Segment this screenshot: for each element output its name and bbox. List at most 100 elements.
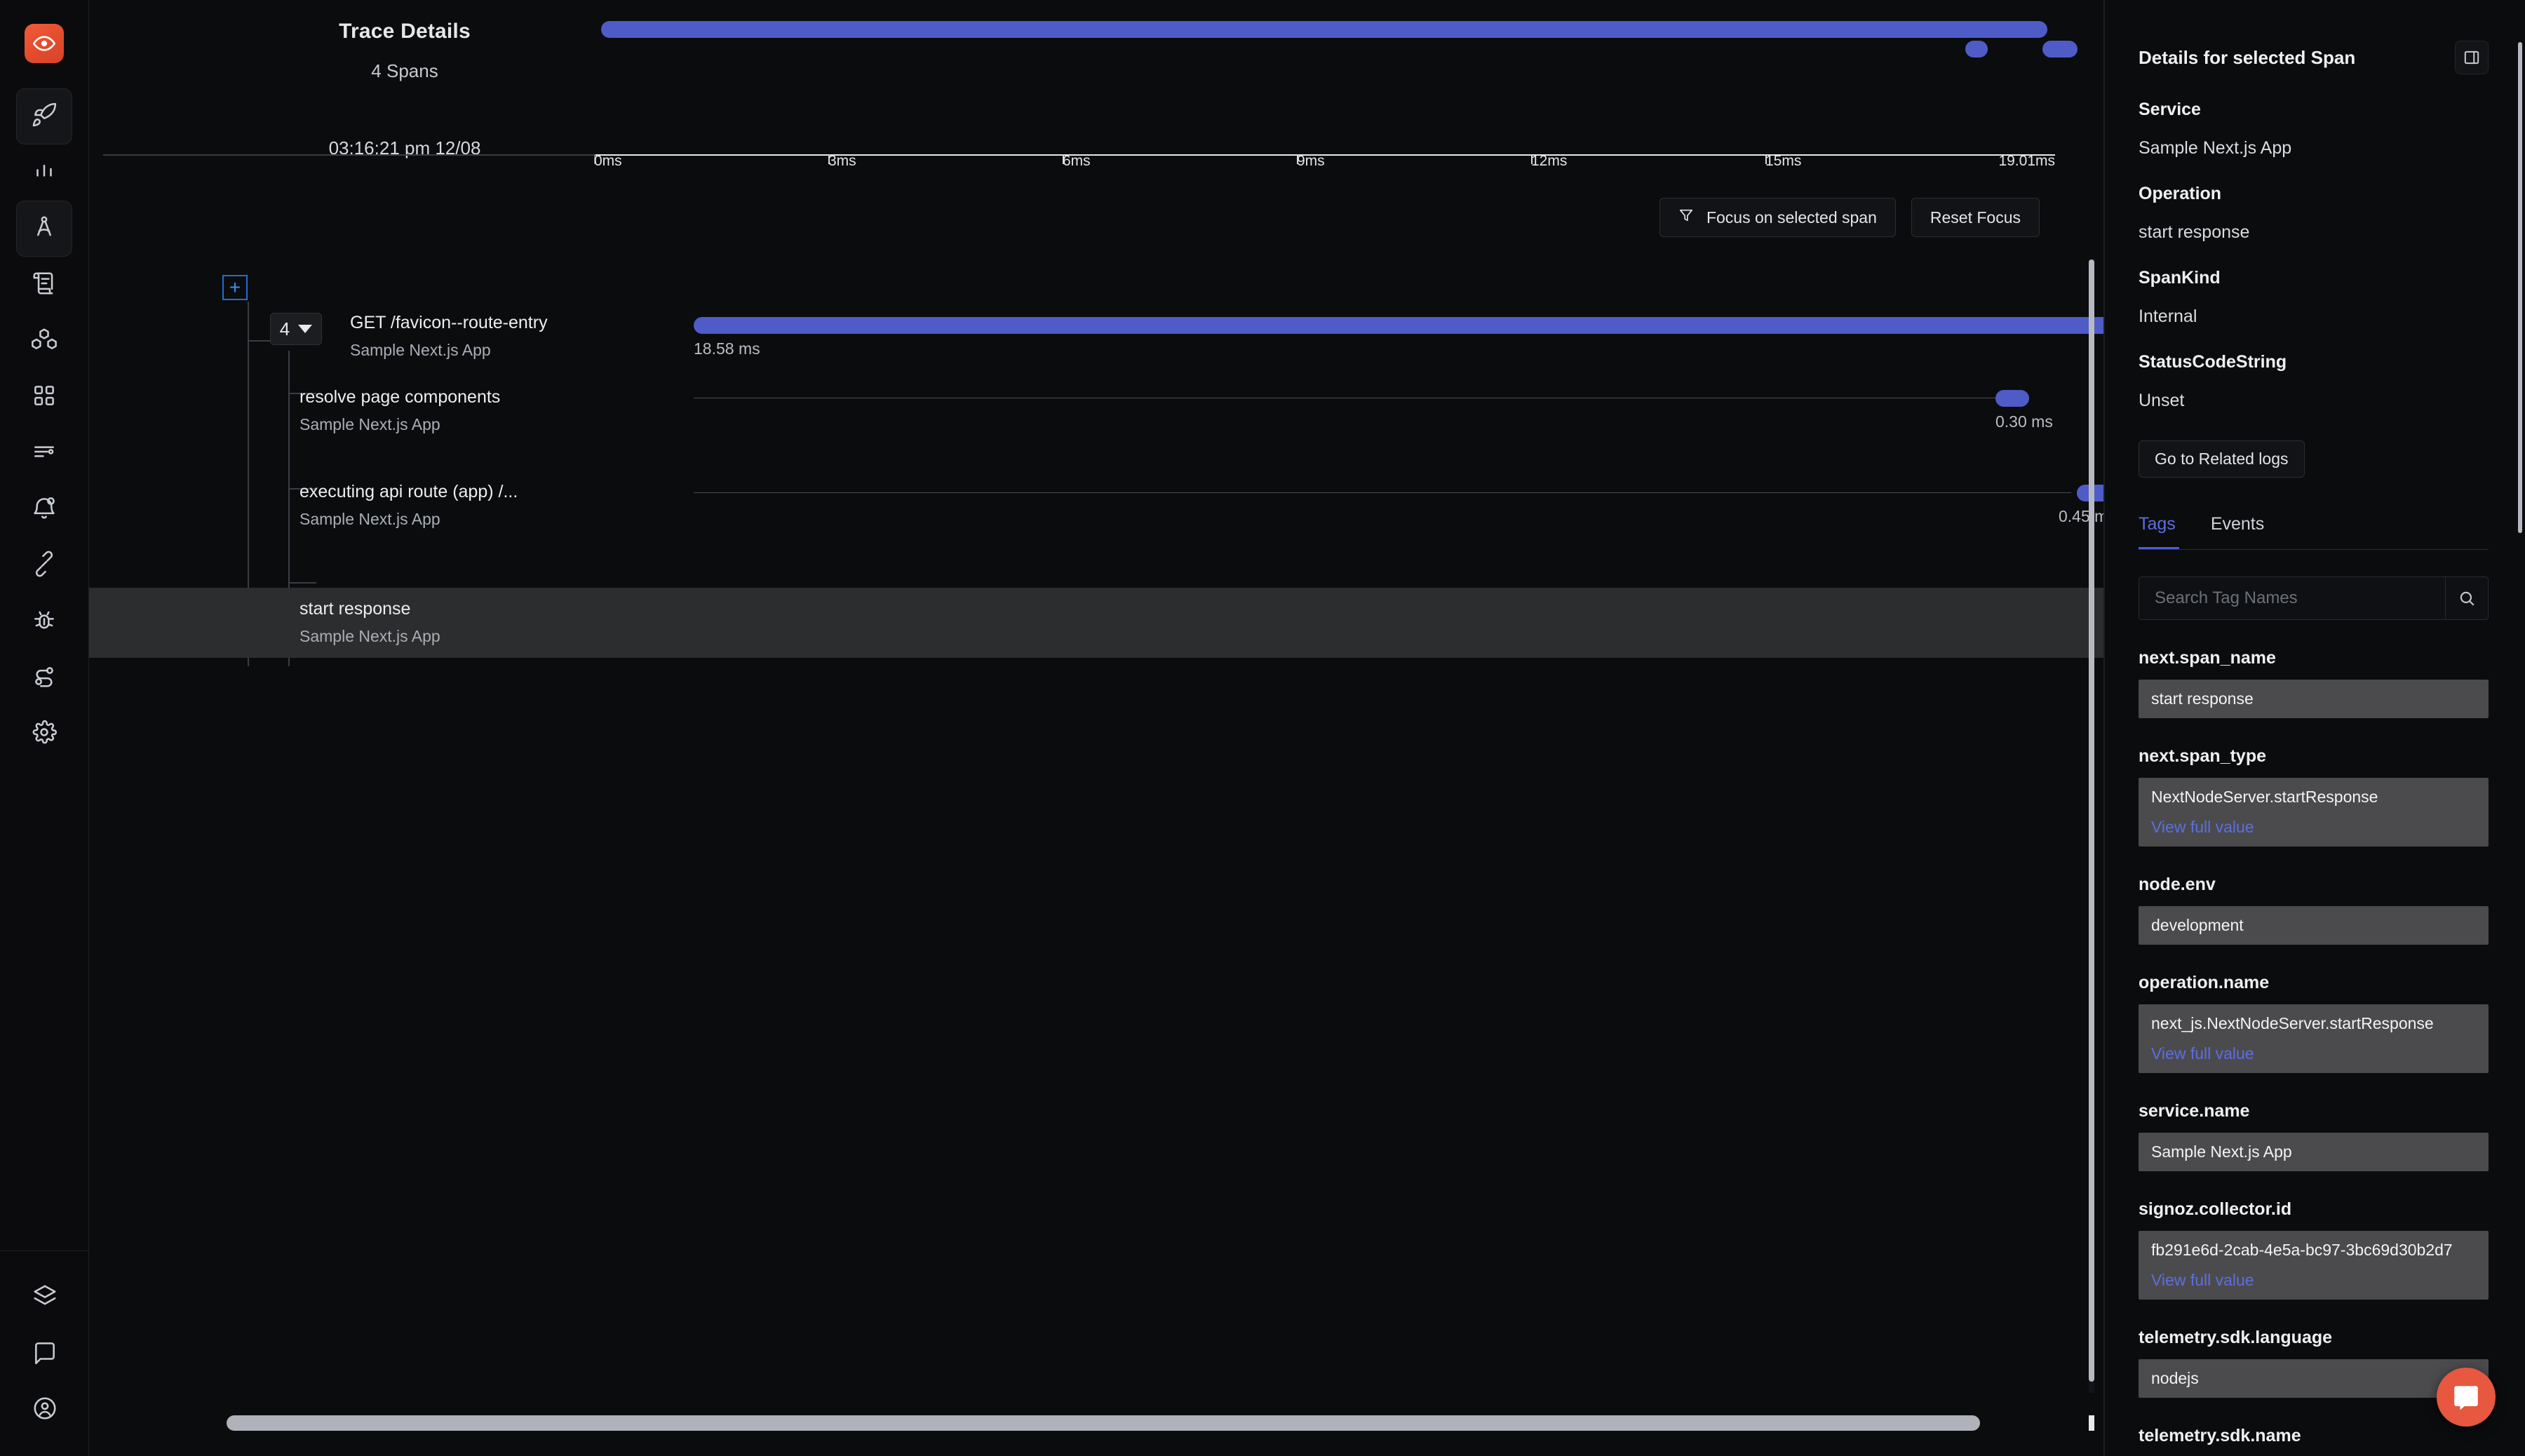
plug-icon [31,551,58,581]
span-bar[interactable] [1995,390,2029,407]
bell-dot-icon [31,494,58,525]
sidebar-bottom-group [0,1251,89,1456]
waterfall-horizontal-scrollbar[interactable] [227,1415,2034,1431]
ruler-tick-label-6: 19.01ms [1998,153,2055,169]
view-full-value-link[interactable]: View full value [2151,818,2476,837]
detail-value-spankind: Internal [2139,306,2197,326]
span-name: GET /favicon--route-entry [350,313,548,332]
detail-label-statuscodestring: StatusCodeString [2139,352,2287,372]
table-row[interactable]: start response Sample Next.js App [89,588,2104,658]
tab-tags[interactable]: Tags [2139,514,2176,550]
details-title: Details for selected Span [2139,46,2356,68]
details-tabs: Tags Events [2139,514,2489,550]
workflow-icon [31,663,58,693]
plus-box-icon[interactable]: + [222,275,248,300]
tag-value-box[interactable]: Sample Next.js App [2139,1133,2489,1171]
table-row[interactable]: resolve page components Sample Next.js A… [89,387,2104,470]
go-to-related-logs-button[interactable]: Go to Related logs [2139,440,2305,478]
tag-value-box[interactable]: fb291e6d-2cab-4e5a-bc97-3bc69d30b2d7 Vie… [2139,1231,2489,1300]
gear-icon [31,719,58,749]
dashboard-grid-icon [31,382,58,412]
user-circle-icon [32,1395,58,1425]
tag-value: development [2151,916,2244,934]
sidebar-item-exceptions[interactable] [16,425,72,481]
tag-value: NextNodeServer.startResponse [2151,788,2378,806]
tree-branch-3 [288,582,316,584]
detail-value-statuscodestring: Unset [2139,391,2185,410]
left-nav-sidebar [0,0,89,1456]
details-panel-scrollbar[interactable] [2518,42,2522,533]
span-bar[interactable] [694,317,2104,334]
tag-list: next.span_name start response next.span_… [2139,648,2489,1446]
trace-minimap[interactable] [601,0,2078,126]
sidebar-item-errors[interactable] [16,593,72,649]
sidebar-item-dashboards[interactable] [16,369,72,425]
tag-value-box[interactable]: nodejs [2139,1359,2489,1398]
span-details-panel: Details for selected Span Service Sample… [2104,0,2525,1456]
view-full-value-link[interactable]: View full value [2151,1271,2476,1290]
view-full-value-link[interactable]: View full value [2151,1044,2476,1063]
tag-value-box[interactable]: development [2139,906,2489,945]
span-service: Sample Next.js App [299,510,440,528]
focus-on-selected-span-button[interactable]: Focus on selected span [1659,198,1896,237]
span-duration-label: 18.58 ms [694,339,760,358]
span-waterfall: + 4 GET /favicon--route-entry Sample Nex… [89,259,2104,1456]
list-filter-icon [31,438,58,469]
search-input[interactable] [2139,577,2445,620]
focus-button-label: Focus on selected span [1706,208,1877,227]
tag-value: start response [2151,689,2254,708]
bar-chart-icon [31,158,58,188]
tag-value: fb291e6d-2cab-4e5a-bc97-3bc69d30b2d7 [2151,1241,2453,1259]
span-child-count-dropdown[interactable]: 4 [270,313,322,345]
focus-controls: Focus on selected span Reset Focus [1659,198,2040,237]
span-child-count-value: 4 [279,318,290,339]
search-icon[interactable] [2445,577,2489,620]
sidebar-item-layers[interactable] [17,1269,73,1326]
tag-value-box[interactable]: next_js.NextNodeServer.startResponse Vie… [2139,1004,2489,1073]
ruler-tick-label-1: 3ms [828,153,856,169]
detail-label-operation: Operation [2139,184,2222,203]
table-row[interactable]: 4 GET /favicon--route-entry Sample Next.… [89,307,2104,377]
nav-items [16,88,72,762]
detail-value-service: Sample Next.js App [2139,138,2292,158]
span-service: Sample Next.js App [299,415,440,433]
detail-label-service: Service [2139,100,2201,119]
tag-search [2139,577,2489,620]
sidebar-item-logs[interactable] [16,257,72,313]
tag-value: nodejs [2151,1369,2199,1387]
table-row[interactable]: executing api route (app) /... Sample Ne… [89,482,2104,565]
signoz-eye-logo[interactable] [25,24,64,63]
sidebar-item-infrastructure[interactable] [16,313,72,369]
span-service: Sample Next.js App [299,627,440,645]
intercom-chat-icon[interactable] [2437,1368,2496,1427]
boxes-icon [31,326,58,356]
tag-value: Sample Next.js App [2151,1142,2292,1161]
trace-detail-main: Trace Details 4 Spans 03:16:21 pm 12/08 … [89,0,2104,1456]
sidebar-item-account[interactable] [17,1382,73,1438]
waterfall-horizontal-scroll-thumb[interactable] [227,1415,1980,1431]
tag-value-box[interactable]: start response [2139,680,2489,718]
sidebar-item-services[interactable] [16,144,72,201]
sidebar-item-traces[interactable] [16,201,72,257]
span-service: Sample Next.js App [350,341,491,359]
ruler-tick-label-0: 0ms [594,153,622,169]
bug-icon [31,607,58,637]
span-name: start response [299,599,411,619]
tag-key: signoz.collector.id [2139,1199,2292,1219]
sidebar-item-alerts[interactable] [16,481,72,537]
ruler-tick-label-2: 6ms [1063,153,1091,169]
tab-events[interactable]: Events [2211,514,2264,550]
sidebar-item-support[interactable] [17,1326,73,1382]
sidebar-item-pipelines[interactable] [16,649,72,706]
tag-key: operation.name [2139,973,2270,992]
sidebar-item-settings[interactable] [16,706,72,762]
tag-key: node.env [2139,875,2216,894]
chevron-down-icon [298,325,313,333]
waterfall-vertical-scroll-thumb[interactable] [2089,259,2094,1382]
sidebar-item-integrations[interactable] [16,537,72,593]
tag-value-box[interactable]: NextNodeServer.startResponse View full v… [2139,778,2489,847]
panel-layout-icon[interactable] [2455,41,2489,74]
sidebar-item-get-started[interactable] [16,88,72,144]
reset-focus-button[interactable]: Reset Focus [1911,198,2040,237]
waterfall-vertical-scrollbar[interactable] [2089,259,2094,1393]
